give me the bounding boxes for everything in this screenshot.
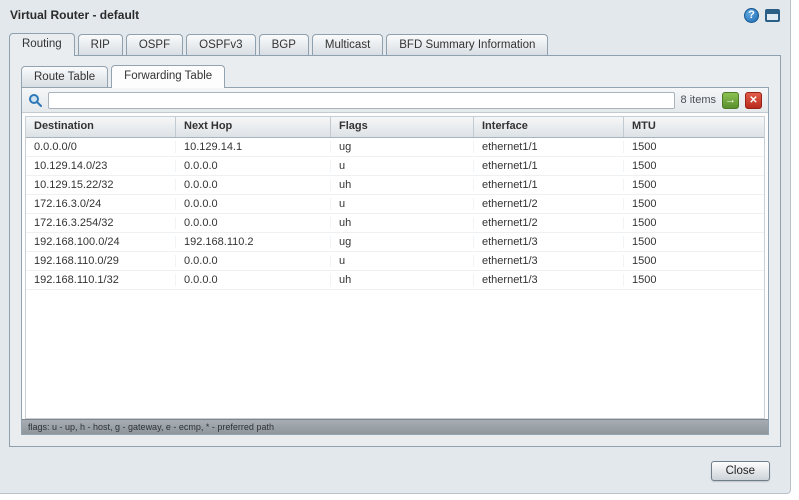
cell-next-hop: 0.0.0.0 <box>176 274 331 286</box>
cell-interface: ethernet1/1 <box>474 141 624 153</box>
cell-destination: 0.0.0.0/0 <box>26 141 176 153</box>
filter-input[interactable] <box>48 92 675 109</box>
cell-flags: u <box>331 198 474 210</box>
cell-destination: 172.16.3.254/32 <box>26 217 176 229</box>
items-count: 8 items <box>681 94 716 106</box>
cell-destination: 192.168.110.0/29 <box>26 255 176 267</box>
tab-multicast[interactable]: Multicast <box>312 34 383 55</box>
dialog-titlebar: Virtual Router - default ? <box>0 0 790 30</box>
cell-next-hop: 0.0.0.0 <box>176 217 331 229</box>
subtab-forwarding-table[interactable]: Forwarding Table <box>111 65 225 88</box>
cell-mtu: 1500 <box>624 236 764 248</box>
tab-ospfv3[interactable]: OSPFv3 <box>186 34 255 55</box>
cell-mtu: 1500 <box>624 198 764 210</box>
tab-bgp[interactable]: BGP <box>259 34 309 55</box>
close-button[interactable]: Close <box>711 461 770 481</box>
tab-ospf[interactable]: OSPF <box>126 34 183 55</box>
tab-rip[interactable]: RIP <box>78 34 123 55</box>
help-icon[interactable]: ? <box>744 8 759 23</box>
cell-flags: u <box>331 255 474 267</box>
table-body: 0.0.0.0/0 10.129.14.1 ug ethernet1/1 150… <box>26 138 764 418</box>
table-row[interactable]: 172.16.3.0/24 0.0.0.0 u ethernet1/2 1500 <box>26 195 764 214</box>
table-row[interactable]: 192.168.110.0/29 0.0.0.0 u ethernet1/3 1… <box>26 252 764 271</box>
column-header-interface[interactable]: Interface <box>474 117 624 137</box>
table-row[interactable]: 192.168.110.1/32 0.0.0.0 uh ethernet1/3 … <box>26 271 764 290</box>
cell-mtu: 1500 <box>624 160 764 172</box>
cell-destination: 172.16.3.0/24 <box>26 198 176 210</box>
dialog-footer: Close <box>0 447 790 495</box>
cell-flags: u <box>331 160 474 172</box>
main-tabbar: Routing RIP OSPF OSPFv3 BGP Multicast BF… <box>0 30 790 55</box>
table-header-row: Destination Next Hop Flags Interface MTU <box>26 117 764 138</box>
flags-legend: flags: u - up, h - host, g - gateway, e … <box>22 419 768 434</box>
tab-bfd-summary[interactable]: BFD Summary Information <box>386 34 548 55</box>
cell-interface: ethernet1/3 <box>474 255 624 267</box>
cell-destination: 192.168.110.1/32 <box>26 274 176 286</box>
table-row[interactable]: 10.129.15.22/32 0.0.0.0 uh ethernet1/1 1… <box>26 176 764 195</box>
cell-interface: ethernet1/1 <box>474 160 624 172</box>
cell-flags: uh <box>331 217 474 229</box>
cell-flags: ug <box>331 236 474 248</box>
titlebar-icons: ? <box>744 8 780 23</box>
cell-mtu: 1500 <box>624 274 764 286</box>
table-row[interactable]: 0.0.0.0/0 10.129.14.1 ug ethernet1/1 150… <box>26 138 764 157</box>
popout-window-icon[interactable] <box>765 9 780 22</box>
table-area: Destination Next Hop Flags Interface MTU… <box>22 113 768 419</box>
table-row[interactable]: 172.16.3.254/32 0.0.0.0 uh ethernet1/2 1… <box>26 214 764 233</box>
cell-destination: 192.168.100.0/24 <box>26 236 176 248</box>
cell-mtu: 1500 <box>624 179 764 191</box>
cell-interface: ethernet1/3 <box>474 274 624 286</box>
table-row[interactable]: 10.129.14.0/23 0.0.0.0 u ethernet1/1 150… <box>26 157 764 176</box>
cell-next-hop: 0.0.0.0 <box>176 160 331 172</box>
cell-destination: 10.129.14.0/23 <box>26 160 176 172</box>
cell-mtu: 1500 <box>624 141 764 153</box>
cell-flags: uh <box>331 274 474 286</box>
routing-panel: Route Table Forwarding Table 8 items → ✕ <box>9 55 781 447</box>
column-header-destination[interactable]: Destination <box>26 117 176 137</box>
subtab-route-table[interactable]: Route Table <box>21 66 108 87</box>
search-icon <box>28 93 42 107</box>
sub-tabbar: Route Table Forwarding Table <box>10 56 780 87</box>
cell-interface: ethernet1/2 <box>474 198 624 210</box>
cell-mtu: 1500 <box>624 255 764 267</box>
cell-flags: uh <box>331 179 474 191</box>
tab-routing[interactable]: Routing <box>9 33 75 56</box>
filter-toolbar: 8 items → ✕ <box>22 88 768 113</box>
cell-interface: ethernet1/3 <box>474 236 624 248</box>
table-row[interactable]: 192.168.100.0/24 192.168.110.2 ug ethern… <box>26 233 764 252</box>
clear-filter-button[interactable]: ✕ <box>745 92 762 109</box>
virtual-router-dialog: Virtual Router - default ? Routing RIP O… <box>0 0 791 494</box>
cell-interface: ethernet1/2 <box>474 217 624 229</box>
cell-destination: 10.129.15.22/32 <box>26 179 176 191</box>
apply-filter-button[interactable]: → <box>722 92 739 109</box>
forwarding-table: Destination Next Hop Flags Interface MTU… <box>25 116 765 419</box>
cell-next-hop: 0.0.0.0 <box>176 255 331 267</box>
cell-next-hop: 192.168.110.2 <box>176 236 331 248</box>
column-header-next-hop[interactable]: Next Hop <box>176 117 331 137</box>
cell-next-hop: 0.0.0.0 <box>176 198 331 210</box>
cell-interface: ethernet1/1 <box>474 179 624 191</box>
column-header-flags[interactable]: Flags <box>331 117 474 137</box>
column-header-mtu[interactable]: MTU <box>624 117 764 137</box>
cell-next-hop: 0.0.0.0 <box>176 179 331 191</box>
dialog-title: Virtual Router - default <box>10 8 139 22</box>
cell-next-hop: 10.129.14.1 <box>176 141 331 153</box>
cell-flags: ug <box>331 141 474 153</box>
forwarding-table-panel: 8 items → ✕ Destination Next Hop Flags I… <box>21 87 769 435</box>
cell-mtu: 1500 <box>624 217 764 229</box>
